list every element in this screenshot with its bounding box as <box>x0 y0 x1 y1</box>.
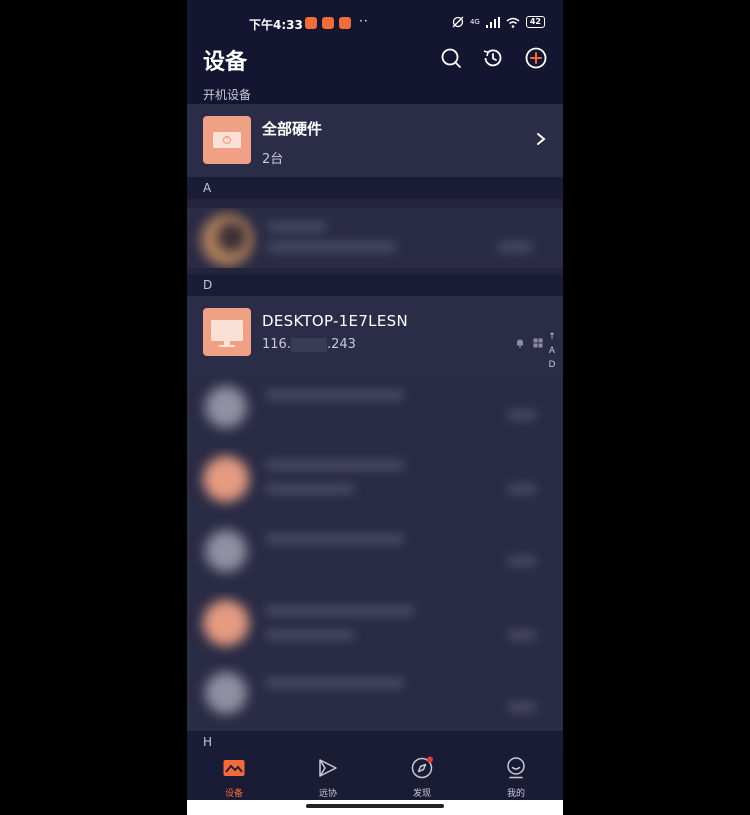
nav-tab-discover[interactable]: 发现 <box>375 756 469 799</box>
ip-redaction <box>290 337 327 352</box>
signal-icon <box>485 16 500 28</box>
hardware-count: 2台 <box>262 152 284 167</box>
nav-tab-devices[interactable]: 设备 <box>187 756 281 799</box>
phone-screen: 下午4:33 ·· 4G 42 设备 开机设备 全部硬件 2台 A D DESK… <box>187 0 563 815</box>
mi-app-icon <box>339 17 351 29</box>
app-header: 设备 开机设备 <box>187 44 563 104</box>
home-indicator[interactable] <box>306 804 444 808</box>
blurred-device-row[interactable] <box>187 448 563 520</box>
profile-icon <box>507 757 525 779</box>
section-header-h: H <box>187 731 563 752</box>
status-time: 下午4:33 <box>249 18 303 32</box>
device-icon <box>223 760 245 776</box>
search-icon[interactable] <box>439 46 463 70</box>
desktop-computer-icon <box>203 308 251 356</box>
blurred-device-row[interactable] <box>187 208 563 268</box>
ip-prefix: 116. <box>262 337 291 352</box>
index-arrow[interactable]: ↑ <box>547 330 557 344</box>
device-ip: 116. .243 <box>262 337 356 352</box>
windows-icon <box>533 338 543 348</box>
chevron-right-icon <box>537 133 546 145</box>
notification-badge <box>427 756 433 763</box>
blurred-device-list <box>187 376 563 731</box>
section-header-a: A <box>187 177 563 199</box>
ip-suffix: .243 <box>326 337 356 352</box>
more-notifications-icon: ·· <box>359 14 369 28</box>
all-hardware-row[interactable]: 全部硬件 2台 <box>187 104 563 177</box>
device-indicators <box>515 338 543 348</box>
notification-app-icon <box>305 17 317 29</box>
notification-app-icon <box>322 17 334 29</box>
device-row-desktop[interactable]: DESKTOP-1E7LESN 116. .243 <box>187 296 563 376</box>
section-header-d: D <box>187 274 563 296</box>
blurred-device-row[interactable] <box>187 376 563 448</box>
blurred-device-row[interactable] <box>187 664 563 730</box>
battery-icon: 42 <box>525 16 545 28</box>
index-letter-a[interactable]: A <box>547 344 557 358</box>
compass-icon <box>411 756 433 779</box>
bell-icon <box>517 339 523 348</box>
powered-on-devices-label: 开机设备 <box>203 88 252 102</box>
nav-tab-profile[interactable]: 我的 <box>469 756 563 799</box>
nav-tab-remote-assist[interactable]: 远协 <box>281 756 375 799</box>
index-letter-d[interactable]: D <box>547 358 557 372</box>
page-title: 设备 <box>203 50 248 75</box>
status-right: 4G 42 <box>452 16 545 28</box>
sync-off-icon <box>452 16 464 28</box>
blurred-device-row[interactable] <box>187 520 563 592</box>
remote-assist-icon <box>319 759 337 777</box>
all-hardware-title: 全部硬件 <box>262 120 323 138</box>
history-icon[interactable] <box>481 46 505 70</box>
alphabet-index-bar[interactable]: ↑ A D <box>547 330 557 372</box>
status-bar: 下午4:33 ·· 4G 42 <box>187 0 563 44</box>
bottom-navigation: 设备 远协 发现 我的 <box>187 752 563 800</box>
blurred-device-row[interactable] <box>187 592 563 664</box>
signal-label: 4G <box>469 18 480 26</box>
add-device-icon[interactable] <box>524 46 548 70</box>
hardware-tile-icon <box>203 116 251 164</box>
device-name: DESKTOP-1E7LESN <box>262 312 408 330</box>
wifi-icon <box>506 17 520 28</box>
